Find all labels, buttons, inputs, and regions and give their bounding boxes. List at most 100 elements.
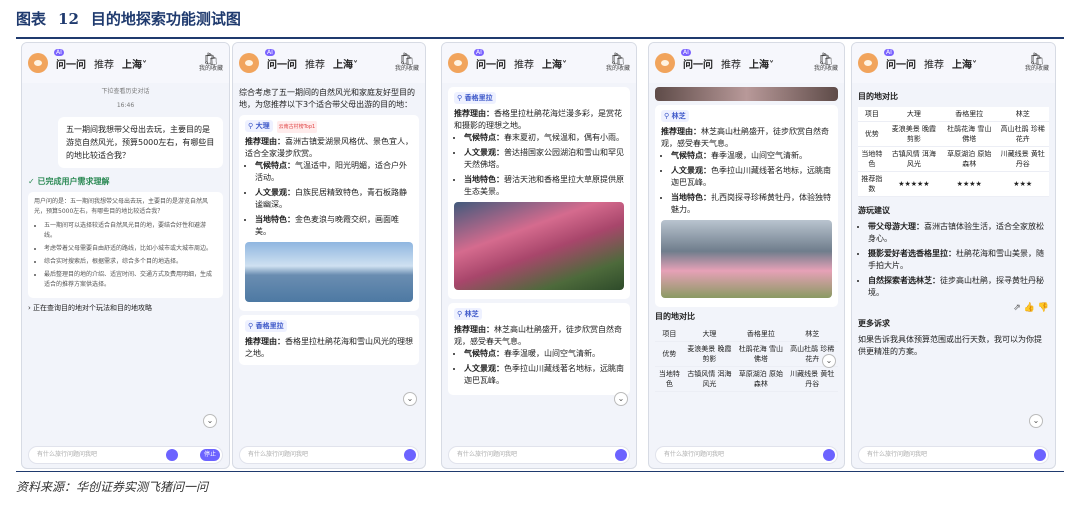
tab-recommend[interactable]: 推荐	[721, 56, 741, 71]
scroll-button[interactable]: ⌄	[1029, 414, 1043, 428]
scroll-button[interactable]: ⌄	[822, 354, 836, 368]
phone-screen-1: AI 问一问 推荐 上海˅ 🛍 我的收藏 下拉查看历史对话 16:46 五一期间我…	[21, 42, 230, 469]
table-header: 林芝	[786, 327, 838, 342]
city-selector[interactable]: 上海˅	[542, 56, 567, 71]
feature-item: 当地特色：碧沽天池和香格里拉大草原提供原生态美景。	[464, 174, 624, 198]
favorites-label: 我的收藏	[394, 65, 419, 72]
tab-recommend[interactable]: 推荐	[305, 56, 325, 71]
phone-screen-5: AI 问一问 推荐 上海˅ 🛍 我的收藏 目的地对比 项目 大理 香格里拉 林芝 优势麦…	[851, 42, 1056, 469]
history-link[interactable]: 下拉查看历史对话	[28, 87, 223, 97]
destination-tag[interactable]: ⚲ 香格里拉	[245, 320, 287, 332]
city-label: 上海	[333, 59, 353, 71]
chat-input[interactable]: 有什么旅行问题问我吧 停止	[28, 446, 223, 464]
scroll-button[interactable]: ⌄	[403, 392, 417, 406]
ranking-badge: 云南古村榜Top1	[276, 121, 318, 133]
favorites-button[interactable]: 🛍 我的收藏	[1025, 53, 1049, 73]
analysis-item: 考虑带着父母需要自由舒适的路线，比如小城市或大城市周边。	[44, 244, 217, 254]
city-selector[interactable]: 上海˅	[122, 56, 147, 71]
phone-screen-3: AI 问一问 推荐 上海˅ 🛍 我的收藏 ⚲ 香格里拉 推荐理由：香格里拉杜鹃花海…	[441, 42, 637, 469]
destination-tag[interactable]: ⚲ 大理	[245, 120, 273, 132]
avatar[interactable]	[239, 53, 259, 73]
destination-tag[interactable]: ⚲ 林芝	[454, 308, 482, 320]
favorites-button[interactable]: 🛍 我的收藏	[395, 53, 419, 73]
local-label: 当地特色：	[671, 193, 711, 202]
ai-badge: AI	[474, 49, 484, 56]
feature-item: 气候特点：春季温暖，山间空气清新。	[671, 150, 832, 162]
table-cell: 当地特色	[655, 366, 684, 392]
avatar[interactable]	[28, 53, 48, 73]
destination-photo	[245, 242, 413, 302]
destination-tag[interactable]: ⚲ 香格里拉	[454, 92, 496, 104]
local-label: 当地特色：	[464, 175, 504, 184]
voice-button[interactable]	[1034, 449, 1046, 461]
figure-source: 资料来源：华创证券实测飞猪问一问	[16, 480, 209, 494]
more-title: 更多诉求	[858, 319, 890, 328]
analysis-item: 综合实时搜索后，根据需求，综合多个目的地选择。	[44, 257, 217, 267]
tab-ask[interactable]: 问一问	[56, 56, 86, 71]
city-selector[interactable]: 上海˅	[952, 56, 977, 71]
chat-input[interactable]: 有什么旅行问题问我吧	[448, 446, 630, 464]
tab-recommend[interactable]: 推荐	[514, 56, 534, 71]
figure-number: 12	[58, 10, 79, 28]
scroll-button[interactable]: ⌄	[203, 414, 217, 428]
stop-button[interactable]: 停止	[199, 449, 220, 461]
feature-item: 当地特色：金色麦浪与晚霞交织，画面唯美。	[255, 214, 413, 238]
rating-stars: ★★★★★	[885, 171, 943, 197]
input-placeholder: 有什么旅行问题问我吧	[248, 451, 309, 458]
voice-button[interactable]	[166, 449, 178, 461]
climate-label: 气候特点：	[255, 161, 295, 170]
scroll-button[interactable]: ⌄	[614, 392, 628, 406]
bookmark-icon: 🛍	[399, 52, 415, 66]
thumbs-down-icon[interactable]: 👎	[1038, 303, 1049, 313]
city-label: 上海	[122, 59, 142, 71]
favorites-button[interactable]: 🛍 我的收藏	[606, 53, 630, 73]
chat-input[interactable]: 有什么旅行问题问我吧	[239, 446, 419, 464]
table-row: 当地特色 古镇风情 洱海风光 草原湖泊 原始森林 川藏线景 黄牡丹谷	[655, 366, 838, 392]
tab-recommend[interactable]: 推荐	[94, 56, 114, 71]
feature-item: 人文景观：色季拉山川藏线著名地标，远眺南迦巴瓦峰。	[671, 165, 832, 189]
favorites-button[interactable]: 🛍 我的收藏	[814, 53, 838, 73]
chat-body: 目的地对比 项目 大理 香格里拉 林芝 优势 麦浪美景 晚霞剪影 杜鹃花海 雪山佛塔 高山杜…	[852, 83, 1055, 442]
table-header: 大理	[683, 327, 736, 342]
voice-button[interactable]	[404, 449, 416, 461]
tab-ask[interactable]: 问一问	[683, 56, 713, 71]
destination-name: 香格里拉	[255, 322, 284, 330]
feature-item: 人文景观：普达措国家公园湖泊和雪山和罕见天然佛塔。	[464, 147, 624, 171]
compare-title: 目的地对比	[655, 312, 695, 321]
voice-button[interactable]	[823, 449, 835, 461]
chat-input[interactable]: 有什么旅行问题问我吧	[655, 446, 838, 464]
share-icon[interactable]: ⇗	[1013, 303, 1021, 313]
input-placeholder: 有什么旅行问题问我吧	[37, 451, 98, 458]
tab-recommend[interactable]: 推荐	[924, 56, 944, 71]
table-header-row: 项目 大理 香格里拉 林芝	[655, 327, 838, 342]
avatar[interactable]	[655, 53, 675, 73]
thumbs-up-icon[interactable]: 👍	[1024, 303, 1035, 313]
tip-item: 带父母游大理：喜洲古镇体验生活，适合全家放松身心。	[868, 221, 1049, 245]
input-placeholder: 有什么旅行问题问我吧	[867, 451, 928, 458]
tab-ask[interactable]: 问一问	[886, 56, 916, 71]
climate-text: 春季温暖，山间空气清新。	[711, 151, 807, 160]
city-selector[interactable]: 上海˅	[749, 56, 774, 71]
table-cell: 古镇风情 洱海风光	[683, 366, 736, 392]
table-row: 优势 麦浪美景 晚霞剪影 杜鹃花海 雪山佛塔 高山杜鹃 珍稀花卉	[858, 121, 1049, 147]
favorites-button[interactable]: 🛍 我的收藏	[199, 53, 223, 73]
destination-name: 林芝	[464, 310, 479, 318]
avatar[interactable]	[858, 53, 878, 73]
tip-bold: 带父母游大理：	[868, 222, 924, 231]
reason-label: 推荐理由：	[661, 127, 701, 136]
done-label: 已完成用户需求理解	[37, 177, 110, 186]
bookmark-icon: 🛍	[203, 52, 219, 66]
tab-ask[interactable]: 问一问	[267, 56, 297, 71]
voice-button[interactable]	[615, 449, 627, 461]
table-row: 当地特色 古镇风情 洱海风光 草原湖泊 原始森林 川藏线景 黄牡丹谷	[858, 146, 1049, 172]
top-rule	[16, 37, 1064, 39]
reason-label: 推荐理由：	[454, 109, 494, 118]
avatar[interactable]	[448, 53, 468, 73]
understanding-done[interactable]: ✓ 已完成用户需求理解	[28, 176, 223, 188]
figure-label: 图表	[16, 10, 47, 28]
destination-tag[interactable]: ⚲ 林芝	[661, 110, 689, 122]
city-selector[interactable]: 上海˅	[333, 56, 358, 71]
tab-ask[interactable]: 问一问	[476, 56, 506, 71]
chat-input[interactable]: 有什么旅行问题问我吧	[858, 446, 1049, 464]
feature-list: 气候特点：春季温暖，山间空气清新。 人文景观：色季拉山川藏线著名地标，远眺南迦巴…	[661, 150, 832, 216]
